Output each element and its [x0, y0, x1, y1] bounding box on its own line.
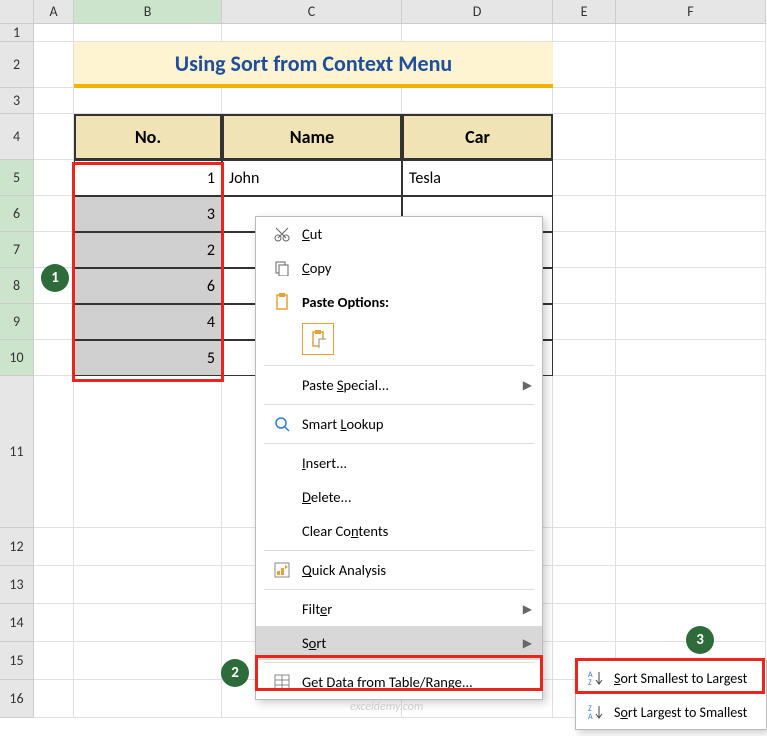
row-header-14[interactable]: 14 [0, 604, 34, 642]
cell-b7[interactable]: 2 [74, 232, 222, 268]
page-title: Using Sort from Context Menu [74, 42, 553, 88]
paste-option-row [256, 319, 542, 363]
quick-analysis-icon [268, 562, 296, 578]
menu-smart-lookup[interactable]: Smart Lookup [256, 407, 542, 441]
badge-2: 2 [221, 659, 249, 687]
row-header-16[interactable]: 16 [0, 680, 34, 718]
row-header-8[interactable]: 8 [0, 268, 34, 304]
row-header-12[interactable]: 12 [0, 528, 34, 566]
menu-insert[interactable]: Insert... [256, 446, 542, 480]
row-header-5[interactable]: 5 [0, 160, 34, 196]
badge-3: 3 [686, 626, 714, 654]
badge-1: 1 [41, 264, 69, 292]
row-header-6[interactable]: 6 [0, 196, 34, 232]
column-headers: A B C D E F [0, 0, 767, 24]
col-header-f[interactable]: F [616, 0, 766, 23]
menu-delete[interactable]: Delete... [256, 480, 542, 514]
cell-b6[interactable]: 3 [74, 196, 222, 232]
menu-copy[interactable]: Copy [256, 251, 542, 285]
sort-ascending[interactable]: AZSort Smallest to Largest [576, 661, 766, 695]
table-header-car: Car [402, 114, 553, 160]
row-header-3[interactable]: 3 [0, 88, 34, 114]
row-header-1[interactable]: 1 [0, 24, 34, 42]
chevron-right-icon: ▶ [523, 636, 532, 651]
col-header-c[interactable]: C [222, 0, 402, 23]
watermark: exceldemy.com [350, 700, 423, 714]
menu-clear-contents[interactable]: Clear Contents [256, 514, 542, 548]
cell-b5[interactable]: 1 [74, 160, 222, 196]
sort-asc-icon: AZ [584, 670, 608, 686]
menu-filter[interactable]: Filter▶ [256, 592, 542, 626]
row-header-4[interactable]: 4 [0, 114, 34, 160]
chevron-right-icon: ▶ [523, 378, 532, 393]
svg-text:A: A [588, 712, 593, 720]
row-header-10[interactable]: 10 [0, 340, 34, 376]
cut-icon [268, 226, 296, 242]
col-header-e[interactable]: E [553, 0, 616, 23]
table-icon [268, 674, 296, 690]
row-header-13[interactable]: 13 [0, 566, 34, 604]
col-header-b[interactable]: B [74, 0, 222, 23]
col-header-d[interactable]: D [402, 0, 553, 23]
col-header-a[interactable]: A [34, 0, 74, 23]
sort-submenu: AZSort Smallest to Largest ZASort Larges… [575, 660, 767, 730]
row-header-2[interactable]: 2 [0, 42, 34, 88]
row-header-7[interactable]: 7 [0, 232, 34, 268]
cell-b10[interactable]: 5 [74, 340, 222, 376]
table-header-no: No. [74, 114, 222, 160]
context-menu: CCutut Copy Paste Options: Paste Special… [255, 216, 543, 700]
cell-d5[interactable]: Tesla [402, 160, 553, 196]
clipboard-icon [268, 293, 296, 311]
menu-quick-analysis[interactable]: Quick Analysis [256, 553, 542, 587]
menu-get-data[interactable]: Get Data from Table/Range... [256, 665, 542, 699]
menu-cut[interactable]: CCutut [256, 217, 542, 251]
paste-default-icon[interactable] [302, 323, 334, 355]
menu-paste-options: Paste Options: [256, 285, 542, 319]
svg-text:Z: Z [588, 678, 592, 686]
copy-icon [268, 260, 296, 276]
row-header-15[interactable]: 15 [0, 642, 34, 680]
menu-paste-special[interactable]: Paste Special...▶ [256, 368, 542, 402]
cell-c5[interactable]: John [222, 160, 402, 196]
cell-b8[interactable]: 6 [74, 268, 222, 304]
search-icon [268, 416, 296, 432]
chevron-right-icon: ▶ [523, 602, 532, 617]
cell-b9[interactable]: 4 [74, 304, 222, 340]
sort-descending[interactable]: ZASort Largest to Smallest [576, 695, 766, 729]
select-all-corner[interactable] [0, 0, 34, 23]
table-header-name: Name [222, 114, 402, 160]
row-header-9[interactable]: 9 [0, 304, 34, 340]
row-header-11[interactable]: 11 [0, 376, 34, 528]
menu-sort[interactable]: Sort▶ [256, 626, 542, 660]
sort-desc-icon: ZA [584, 704, 608, 720]
